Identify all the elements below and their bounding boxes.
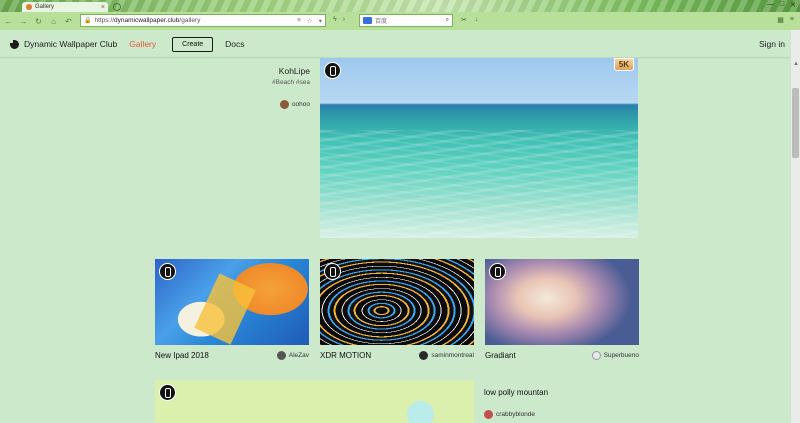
card-title[interactable]: low polly mountan <box>484 388 548 397</box>
nav-docs-link[interactable]: Docs <box>225 39 244 49</box>
forward-icon[interactable]: → <box>19 17 28 26</box>
maximize-button[interactable]: □ <box>780 1 784 9</box>
wallpaper-card[interactable]: Gradiant Superbueno <box>485 259 639 360</box>
card-title[interactable]: Gradiant <box>485 351 516 360</box>
scroll-thumb[interactable] <box>792 88 799 158</box>
author-name: oohoo <box>291 101 310 108</box>
menu-icon[interactable]: ≡ <box>790 16 794 24</box>
resolution-badge: 5K <box>613 58 634 71</box>
search-placeholder: 百度 <box>375 19 388 25</box>
window-controls: — □ ✕ <box>767 1 796 9</box>
avatar <box>484 410 493 419</box>
site-navbar: Dynamic Wallpaper Club Gallery Create Do… <box>0 30 800 58</box>
logo-icon[interactable] <box>9 39 20 50</box>
new-tab-button[interactable] <box>113 3 121 11</box>
wallpaper-card[interactable]: New Ipad 2018 AleZav <box>155 259 309 360</box>
brand-name[interactable]: Dynamic Wallpaper Club <box>24 39 117 49</box>
download-icon[interactable]: ↓ <box>475 16 479 24</box>
featured-author[interactable]: oohoo <box>279 100 310 109</box>
dynamic-badge-icon <box>489 263 506 280</box>
featured-tags: #Beach #sea <box>272 79 310 86</box>
create-button[interactable]: Create <box>172 36 214 52</box>
wallpaper-card[interactable]: XDR MOTION saminmontreal <box>320 259 474 360</box>
card-author[interactable]: crabbyblonde <box>484 410 535 419</box>
wallpaper-thumbnail[interactable] <box>320 259 474 345</box>
toolbar-menu: ▦ ≡ <box>777 16 794 24</box>
nav-gallery-link[interactable]: Gallery <box>129 39 156 49</box>
toolbar-extensions: ϟ › <box>333 16 345 23</box>
reload-icon[interactable]: ↻ <box>34 17 43 26</box>
address-bar[interactable]: 🔒 https://dynamicwallpaper.club/gallery … <box>80 14 326 27</box>
url-text: https://dynamicwallpaper.club/gallery <box>94 17 201 24</box>
author-name: AleZav <box>288 352 309 359</box>
grid-icon[interactable]: ▦ <box>777 16 784 24</box>
search-icon[interactable]: ⌕ <box>446 17 449 24</box>
wallpaper-thumbnail[interactable] <box>155 380 474 423</box>
chevron-right-icon[interactable]: › <box>343 16 345 23</box>
signin-link[interactable]: Sign in <box>759 39 785 49</box>
author-name: Superbueno <box>603 352 639 359</box>
card-title[interactable]: New Ipad 2018 <box>155 351 209 360</box>
featured-title[interactable]: KohLipe <box>279 66 310 76</box>
card-author[interactable]: saminmontreal <box>419 351 474 360</box>
avatar <box>419 351 429 360</box>
star-icon[interactable]: ☆ <box>307 17 313 25</box>
toolbar-actions: ✂ ↓ <box>461 16 478 24</box>
dynamic-badge-icon <box>324 263 341 280</box>
screenshot-icon[interactable]: ✂ <box>461 16 467 24</box>
browser-tab[interactable]: Gallery × <box>22 2 108 12</box>
dynamic-badge-icon <box>159 263 176 280</box>
scroll-up-icon[interactable]: ▲ <box>793 61 799 67</box>
home-icon[interactable]: ⌂ <box>49 17 58 26</box>
circle-shape <box>407 401 434 423</box>
avatar <box>279 100 289 109</box>
card-title[interactable]: XDR MOTION <box>320 351 371 360</box>
dynamic-badge-icon <box>159 384 176 401</box>
lightning-icon[interactable]: ϟ <box>333 16 337 23</box>
author-name: crabbyblonde <box>496 411 536 418</box>
dropdown-icon[interactable]: ▾ <box>319 17 322 25</box>
author-name: saminmontreal <box>431 352 474 359</box>
reader-icon[interactable]: ≡ <box>297 17 301 25</box>
wallpaper-thumbnail[interactable] <box>485 259 639 345</box>
avatar <box>591 351 601 360</box>
dynamic-badge-icon <box>324 62 341 79</box>
close-tab-icon[interactable]: × <box>101 4 105 11</box>
search-engine-icon[interactable] <box>363 17 372 24</box>
tab-title: Gallery <box>35 4 55 10</box>
featured-wallpaper-image[interactable]: 5K <box>320 58 638 238</box>
close-window-button[interactable]: ✕ <box>790 1 796 9</box>
avatar <box>276 351 286 360</box>
back-icon[interactable]: ← <box>4 17 13 26</box>
undo-icon[interactable]: ↶ <box>64 17 73 26</box>
card-author[interactable]: AleZav <box>276 351 309 360</box>
browser-search-box[interactable]: 百度 ⌕ <box>359 14 453 27</box>
wallpaper-thumbnail[interactable] <box>155 259 309 345</box>
lock-icon: 🔒 <box>84 18 92 24</box>
minimize-button[interactable]: — <box>767 1 774 9</box>
favicon-icon <box>26 4 32 10</box>
card-author[interactable]: Superbueno <box>591 351 639 360</box>
